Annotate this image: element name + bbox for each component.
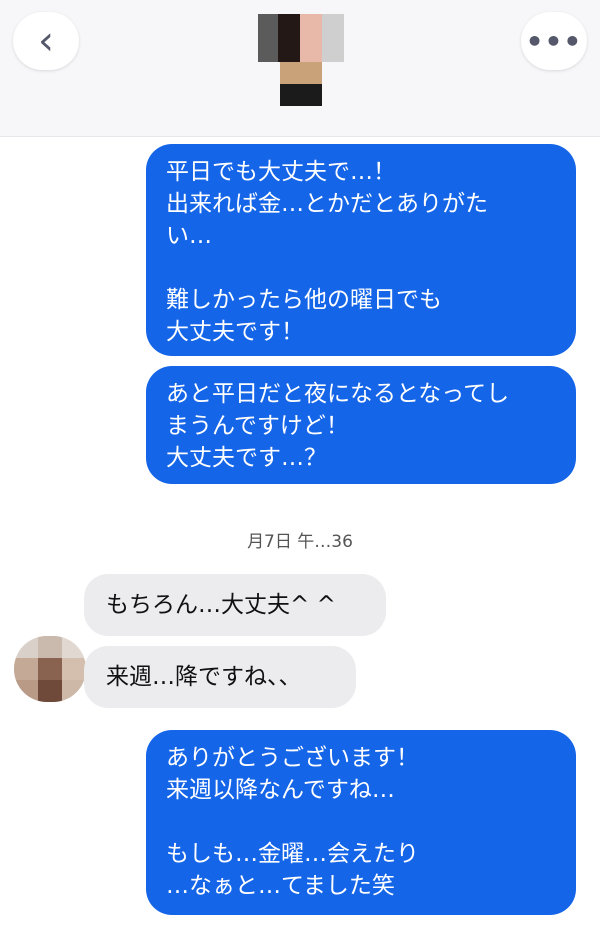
outgoing-message: あと平日だと夜になるとなってし まうんですけど！ 大丈夫です…？ bbox=[146, 366, 576, 484]
incoming-message: もちろん…大丈夫^ ^ bbox=[84, 574, 386, 636]
message-timestamp: 月7日 午…36 bbox=[247, 532, 353, 552]
incoming-message: 来週…降ですね、、 bbox=[84, 646, 356, 708]
chevron-left-icon: ‹ bbox=[38, 18, 54, 64]
more-options-button[interactable]: ••• bbox=[521, 12, 587, 70]
back-button[interactable]: ‹ bbox=[13, 12, 79, 70]
sender-avatar[interactable] bbox=[14, 636, 86, 702]
outgoing-message: 平日でも大丈夫で…！ 出来れば金…とかだとありがた い… 難しかったら他の曜日で… bbox=[146, 144, 576, 356]
contact-avatar[interactable] bbox=[258, 14, 344, 106]
ellipsis-icon: ••• bbox=[525, 24, 583, 58]
outgoing-message: ありがとうございます！ 来週以降なんですね… もしも…金曜…会えたり …なぁと…… bbox=[146, 730, 576, 915]
chat-header: ‹ ••• bbox=[0, 0, 600, 137]
